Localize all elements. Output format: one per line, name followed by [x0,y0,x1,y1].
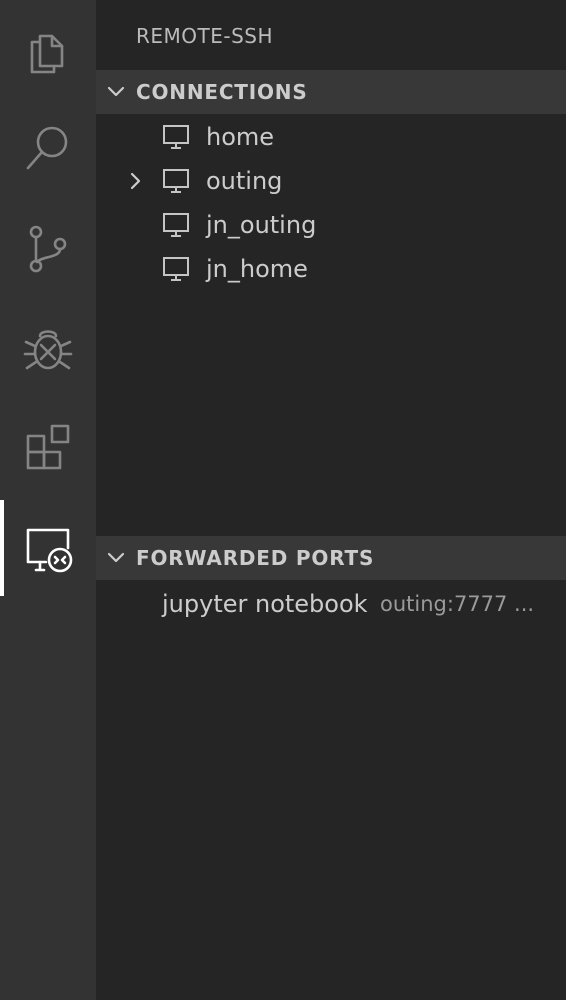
port-name: jupyter notebook [162,590,368,618]
extensions-icon [26,424,70,470]
sidebar-title: REMOTE-SSH [136,24,274,48]
connection-item-jn-outing[interactable]: jn_outing [96,203,566,247]
sidebar: REMOTE-SSH CONNECTIONS home outing jn_ou… [96,0,566,1000]
files-icon [30,34,64,74]
activity-search[interactable] [0,100,96,196]
connections-section-header[interactable]: CONNECTIONS [96,70,566,114]
chevron-down-icon [107,86,125,97]
connection-item-jn-home[interactable]: jn_home [96,247,566,291]
activity-remote-explorer[interactable] [0,500,96,596]
monitor-icon [163,169,189,193]
connection-name: outing [206,167,283,195]
monitor-icon [163,257,189,281]
vscode-window: REMOTE-SSH CONNECTIONS home outing jn_ou… [0,0,566,1000]
source-control-icon [29,225,67,273]
connection-name: jn_home [206,255,308,283]
chevron-right-icon[interactable] [126,171,146,191]
connection-item-home[interactable]: home [96,115,566,159]
connection-name: home [206,123,275,151]
search-icon [26,126,68,170]
monitor-icon [163,125,189,149]
activity-debug[interactable] [0,300,96,396]
activity-bar [0,0,96,1000]
debug-icon [23,330,73,370]
forwarded-ports-section-label: FORWARDED PORTS [136,546,375,570]
chevron-down-icon [107,552,125,563]
activity-explorer[interactable] [0,0,96,96]
activity-extensions[interactable] [0,400,96,496]
forwarded-ports-section-header[interactable]: FORWARDED PORTS [96,536,566,580]
connection-item-outing[interactable]: outing [96,159,566,203]
port-description: outing:7777 ... [380,592,535,616]
forwarded-port-item[interactable]: jupyter notebook outing:7777 ... [96,582,566,626]
activity-source-control[interactable] [0,200,96,296]
remote-explorer-icon [26,528,73,573]
connections-section-label: CONNECTIONS [136,80,308,104]
monitor-icon [163,213,189,237]
connection-name: jn_outing [206,211,317,239]
